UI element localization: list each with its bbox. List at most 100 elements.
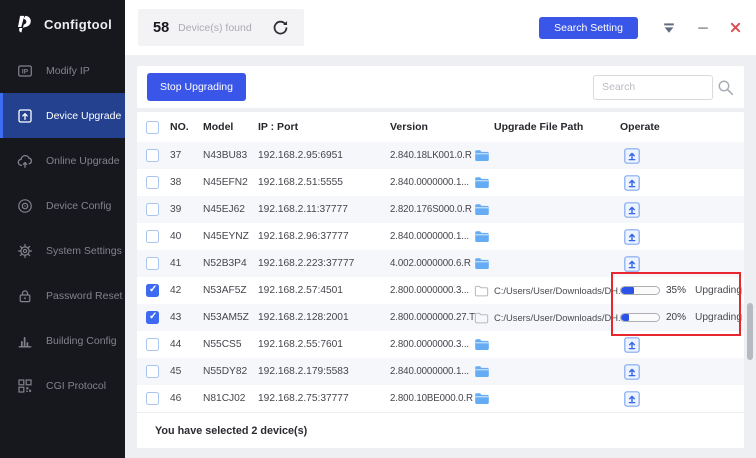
- row-checkbox[interactable]: [146, 149, 159, 162]
- search-setting-button[interactable]: Search Setting: [539, 16, 638, 39]
- folder-blue-icon[interactable]: [474, 338, 494, 351]
- row-checkbox[interactable]: [146, 230, 159, 243]
- cell-no: 39: [170, 204, 182, 215]
- sidebar-item-online-upgrade[interactable]: Online Upgrade: [0, 138, 125, 183]
- column-version: Version: [390, 121, 428, 133]
- sidebar-item-label: CGI Protocol: [46, 379, 107, 392]
- sidebar-item-cgi-protocol[interactable]: CGI Protocol: [0, 363, 125, 408]
- upgrade-progress-bar: [620, 313, 660, 322]
- select-all-checkbox[interactable]: [146, 120, 159, 134]
- upgrade-device-button[interactable]: [624, 363, 640, 380]
- upgrade-device-button[interactable]: [624, 390, 640, 407]
- refresh-icon[interactable]: [272, 19, 289, 36]
- app-logo: Configtool: [0, 0, 125, 48]
- sidebar-item-label: Device Config: [46, 199, 112, 212]
- row-checkbox[interactable]: [146, 203, 159, 216]
- sidebar-item-password-reset[interactable]: Password Reset: [0, 273, 125, 318]
- collapse-icon[interactable]: [662, 21, 676, 35]
- sidebar-item-modify-ip[interactable]: IP Modify IP: [0, 48, 125, 93]
- password-reset-icon: [17, 288, 33, 304]
- topbar: 58 Device(s) found Search Setting: [125, 0, 756, 55]
- search-icon[interactable]: [717, 79, 734, 96]
- folder-blue-icon[interactable]: [474, 149, 494, 162]
- cell-version: 2.840.0000000.1...: [390, 231, 470, 242]
- folder-gray-icon[interactable]: [474, 312, 494, 324]
- sidebar-item-label: Password Reset: [46, 289, 123, 302]
- close-icon[interactable]: [730, 22, 741, 33]
- cell-file-path: C:/Users/User/Downloads/DH...: [494, 285, 620, 296]
- cell-no: 40: [170, 231, 182, 242]
- table-row: 38 N45EFN2 192.168.2.51:5555 2.840.0000000.…: [137, 169, 744, 196]
- progress-percent: 35%: [666, 285, 687, 296]
- cell-ip-port: 192.168.2.128:2001: [258, 312, 349, 323]
- folder-blue-icon[interactable]: [474, 257, 494, 270]
- sidebar-item-device-upgrade[interactable]: Device Upgrade: [0, 93, 125, 138]
- folder-blue-icon[interactable]: [474, 365, 494, 378]
- folder-blue-icon[interactable]: [474, 230, 494, 243]
- cell-no: 45: [170, 366, 182, 377]
- row-checkbox[interactable]: [146, 311, 159, 324]
- cell-model: N43BU83: [203, 150, 248, 161]
- table-body: 37 N43BU83 192.168.2.95:6951 2.840.18LK001.…: [137, 142, 744, 412]
- upgrade-device-button[interactable]: [624, 147, 640, 164]
- cell-model: N81CJ02: [203, 393, 246, 404]
- sidebar-item-label: Modify IP: [46, 64, 90, 77]
- sidebar-item-label: Device Upgrade: [46, 109, 122, 122]
- table-header: NO. Model IP : Port Version Upgrade File…: [137, 112, 744, 142]
- sidebar-item-device-config[interactable]: Device Config: [0, 183, 125, 228]
- stop-upgrading-button[interactable]: Stop Upgrading: [147, 73, 246, 101]
- cell-ip-port: 192.168.2.96:37777: [258, 231, 349, 242]
- device-count: 58: [153, 19, 170, 36]
- upgrade-device-button[interactable]: [624, 228, 640, 245]
- cell-version: 2.840.18LK001.0.R: [390, 150, 472, 161]
- cell-version: 2.800.10BE000.0.R: [390, 393, 473, 404]
- table-row: 40 N45EYNZ 192.168.2.96:37777 2.840.0000000…: [137, 223, 744, 250]
- folder-gray-icon[interactable]: [474, 285, 494, 297]
- cell-ip-port: 192.168.2.57:4501: [258, 285, 343, 296]
- upgrade-device-button[interactable]: [624, 174, 640, 191]
- table-row: 45 N55DY82 192.168.2.179:5583 2.840.0000000…: [137, 358, 744, 385]
- row-checkbox[interactable]: [146, 392, 159, 405]
- sidebar-item-building-config[interactable]: Building Config: [0, 318, 125, 363]
- device-table: NO. Model IP : Port Version Upgrade File…: [137, 112, 744, 448]
- cell-ip-port: 192.168.2.11:37777: [258, 204, 348, 215]
- column-operate: Operate: [620, 121, 660, 133]
- progress-percent: 20%: [666, 312, 687, 323]
- cell-no: 44: [170, 339, 182, 350]
- folder-blue-icon[interactable]: [474, 176, 494, 189]
- sidebar-item-system-settings[interactable]: System Settings: [0, 228, 125, 273]
- cell-model: N53AF5Z: [203, 285, 247, 296]
- sidebar-item-label: System Settings: [46, 244, 122, 257]
- table-row: 43 N53AM5Z 192.168.2.128:2001 2.800.0000000…: [137, 304, 744, 331]
- minimize-icon[interactable]: [697, 22, 709, 34]
- device-count-pill: 58 Device(s) found: [138, 9, 304, 46]
- row-checkbox[interactable]: [146, 257, 159, 270]
- upgrade-device-button[interactable]: [624, 336, 640, 353]
- search-input[interactable]: [593, 74, 713, 100]
- upgrade-device-button[interactable]: [624, 201, 640, 218]
- row-checkbox[interactable]: [146, 176, 159, 189]
- toolbar: Stop Upgrading: [137, 66, 744, 108]
- folder-blue-icon[interactable]: [474, 203, 494, 216]
- building-config-icon: [17, 333, 33, 349]
- upgrade-device-button[interactable]: [624, 255, 640, 272]
- table-row: 39 N45EJ62 192.168.2.11:37777 2.820.176S000…: [137, 196, 744, 223]
- cell-ip-port: 192.168.2.51:5555: [258, 177, 343, 188]
- cell-model: N55CS5: [203, 339, 242, 350]
- cell-version: 2.800.0000000.3...: [390, 339, 470, 350]
- device-count-label: Device(s) found: [178, 21, 252, 34]
- device-upgrade-icon: [17, 108, 33, 124]
- column-ip-port: IP : Port: [258, 121, 299, 133]
- cell-model: N45EFN2: [203, 177, 248, 188]
- cell-version: 2.800.0000000.3...: [390, 285, 470, 296]
- row-checkbox[interactable]: [146, 284, 159, 297]
- sidebar-item-label: Online Upgrade: [46, 154, 120, 167]
- folder-blue-icon[interactable]: [474, 392, 494, 405]
- row-checkbox[interactable]: [146, 338, 159, 351]
- column-no: NO.: [170, 121, 189, 133]
- row-checkbox[interactable]: [146, 365, 159, 378]
- modify-ip-icon: IP: [17, 63, 33, 79]
- scrollbar-thumb[interactable]: [747, 303, 753, 360]
- app-title: Configtool: [44, 16, 112, 32]
- table-row: 46 N81CJ02 192.168.2.75:37777 2.800.10BE000…: [137, 385, 744, 412]
